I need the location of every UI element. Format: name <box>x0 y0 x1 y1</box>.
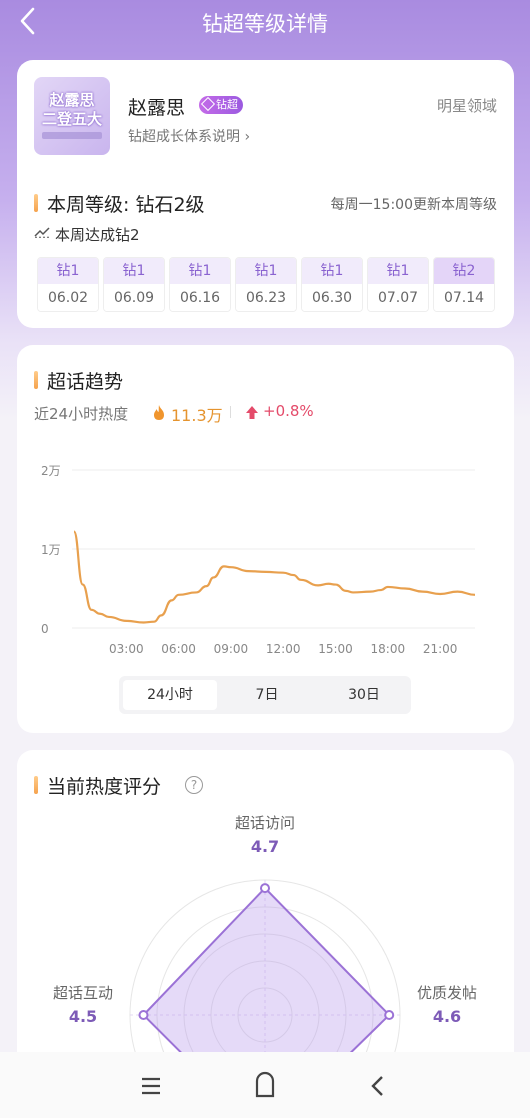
radar-axis-score: 4.7 <box>250 837 280 856</box>
week-date: 06.16 <box>170 284 230 311</box>
x-tick-label: 18:00 <box>371 642 406 656</box>
week-date: 06.09 <box>104 284 164 311</box>
x-tick-label: 21:00 <box>423 642 458 656</box>
range-tab[interactable]: 30日 <box>317 680 411 710</box>
home-icon[interactable] <box>245 1066 285 1106</box>
y-tick-label: 2万 <box>41 464 61 478</box>
help-icon[interactable]: ? <box>185 776 203 794</box>
heat-change: +0.8% <box>263 402 314 420</box>
week-status: 本周达成钻2 <box>55 226 140 244</box>
trend-chart: 0 1万 2万 03:00 06:00 09:00 12:00 15:00 18:00 21:00 <box>41 464 476 656</box>
week-date: 06.02 <box>38 284 98 311</box>
arrow-up-icon <box>246 406 258 419</box>
y-tick-label: 0 <box>41 622 49 636</box>
week-level: 钻2 <box>434 258 494 284</box>
week-date: 06.23 <box>236 284 296 311</box>
x-tick-label: 12:00 <box>266 642 301 656</box>
week-date: 06.30 <box>302 284 362 311</box>
section-accent <box>34 371 38 389</box>
x-tick-label: 03:00 <box>109 642 144 656</box>
radar-axis-label: 超话访问 <box>234 814 295 832</box>
weekly-history: 钻1 06.02 钻1 06.09 钻1 06.16 钻1 06.23 钻1 06.30 钻1 07.… <box>37 257 499 312</box>
week-level: 钻1 <box>302 258 362 284</box>
week-item: 钻1 06.09 <box>103 257 165 312</box>
update-note: 每周一15:00更新本周等级 <box>330 197 497 213</box>
radar-point <box>384 1010 395 1020</box>
week-level: 钻1 <box>104 258 164 284</box>
radar-point <box>260 883 270 894</box>
week-level: 钻1 <box>38 258 98 284</box>
series-line <box>72 530 476 624</box>
radar-axis-label: 优质发帖 <box>416 984 477 1002</box>
weekly-level-title: 本周等级: 钻石2级 <box>47 194 205 216</box>
domain-label: 明星领域 <box>436 97 497 115</box>
avatar-decoration <box>42 132 102 139</box>
x-tick-label: 09:00 <box>214 642 249 656</box>
range-tab[interactable]: 7日 <box>220 680 314 710</box>
y-tick-label: 1万 <box>41 543 61 557</box>
supertopic-avatar[interactable]: 赵露思 二登五大 <box>34 77 110 155</box>
system-nav-bar <box>0 1052 530 1118</box>
heat-value: 11.3万 <box>171 406 223 425</box>
divider <box>230 406 231 418</box>
week-level: 钻1 <box>368 258 428 284</box>
radar-point <box>138 1010 149 1020</box>
week-item: 钻2 07.14 <box>433 257 495 312</box>
badge-label: 钻超 <box>216 98 238 111</box>
flame-icon <box>154 405 164 420</box>
back-icon[interactable] <box>358 1066 398 1106</box>
score-title: 当前热度评分 <box>47 776 162 798</box>
range-tabs: 24小时 7日 30日 <box>119 676 411 714</box>
week-item: 钻1 07.07 <box>367 257 429 312</box>
week-date: 07.14 <box>434 284 494 311</box>
week-level: 钻1 <box>236 258 296 284</box>
avatar-text-line1: 赵露思 <box>49 91 95 109</box>
x-tick-label: 15:00 <box>318 642 353 656</box>
diamond-icon <box>200 96 216 112</box>
section-accent <box>34 776 38 794</box>
supertopic-name[interactable]: 赵露思 <box>128 93 185 120</box>
growth-system-link[interactable]: 钻超成长体系说明 › <box>128 126 250 146</box>
week-item: 钻1 06.16 <box>169 257 231 312</box>
range-tab[interactable]: 24小时 <box>123 680 217 710</box>
top-bar: 钻超等级详情 <box>0 0 530 44</box>
radar-axis-score: 4.5 <box>68 1007 98 1026</box>
section-accent <box>34 194 38 212</box>
level-card: 赵露思 二登五大 赵露思 钻超 钻超成长体系说明 › 明星领域 本周等级: 钻石… <box>17 60 514 328</box>
week-level: 钻1 <box>170 258 230 284</box>
trend-title: 超话趋势 <box>47 371 124 393</box>
radar-axis-label: 超话互动 <box>52 984 113 1002</box>
week-item: 钻1 06.02 <box>37 257 99 312</box>
trend-up-icon <box>34 227 50 238</box>
week-item: 钻1 06.23 <box>235 257 297 312</box>
week-item: 钻1 06.30 <box>301 257 363 312</box>
x-tick-label: 06:00 <box>161 642 196 656</box>
heat-label: 近24小时热度 <box>34 405 129 423</box>
avatar-text-line2: 二登五大 <box>41 110 102 128</box>
trend-card: 超话趋势 近24小时热度 11.3万 +0.8% 0 1万 2万 03:00 06:00… <box>17 345 514 733</box>
week-date: 07.07 <box>368 284 428 311</box>
menu-icon[interactable] <box>131 1066 171 1106</box>
radar-axis-score: 4.6 <box>432 1007 462 1026</box>
diamond-badge: 钻超 <box>199 96 243 114</box>
page-title: 钻超等级详情 <box>202 12 328 36</box>
